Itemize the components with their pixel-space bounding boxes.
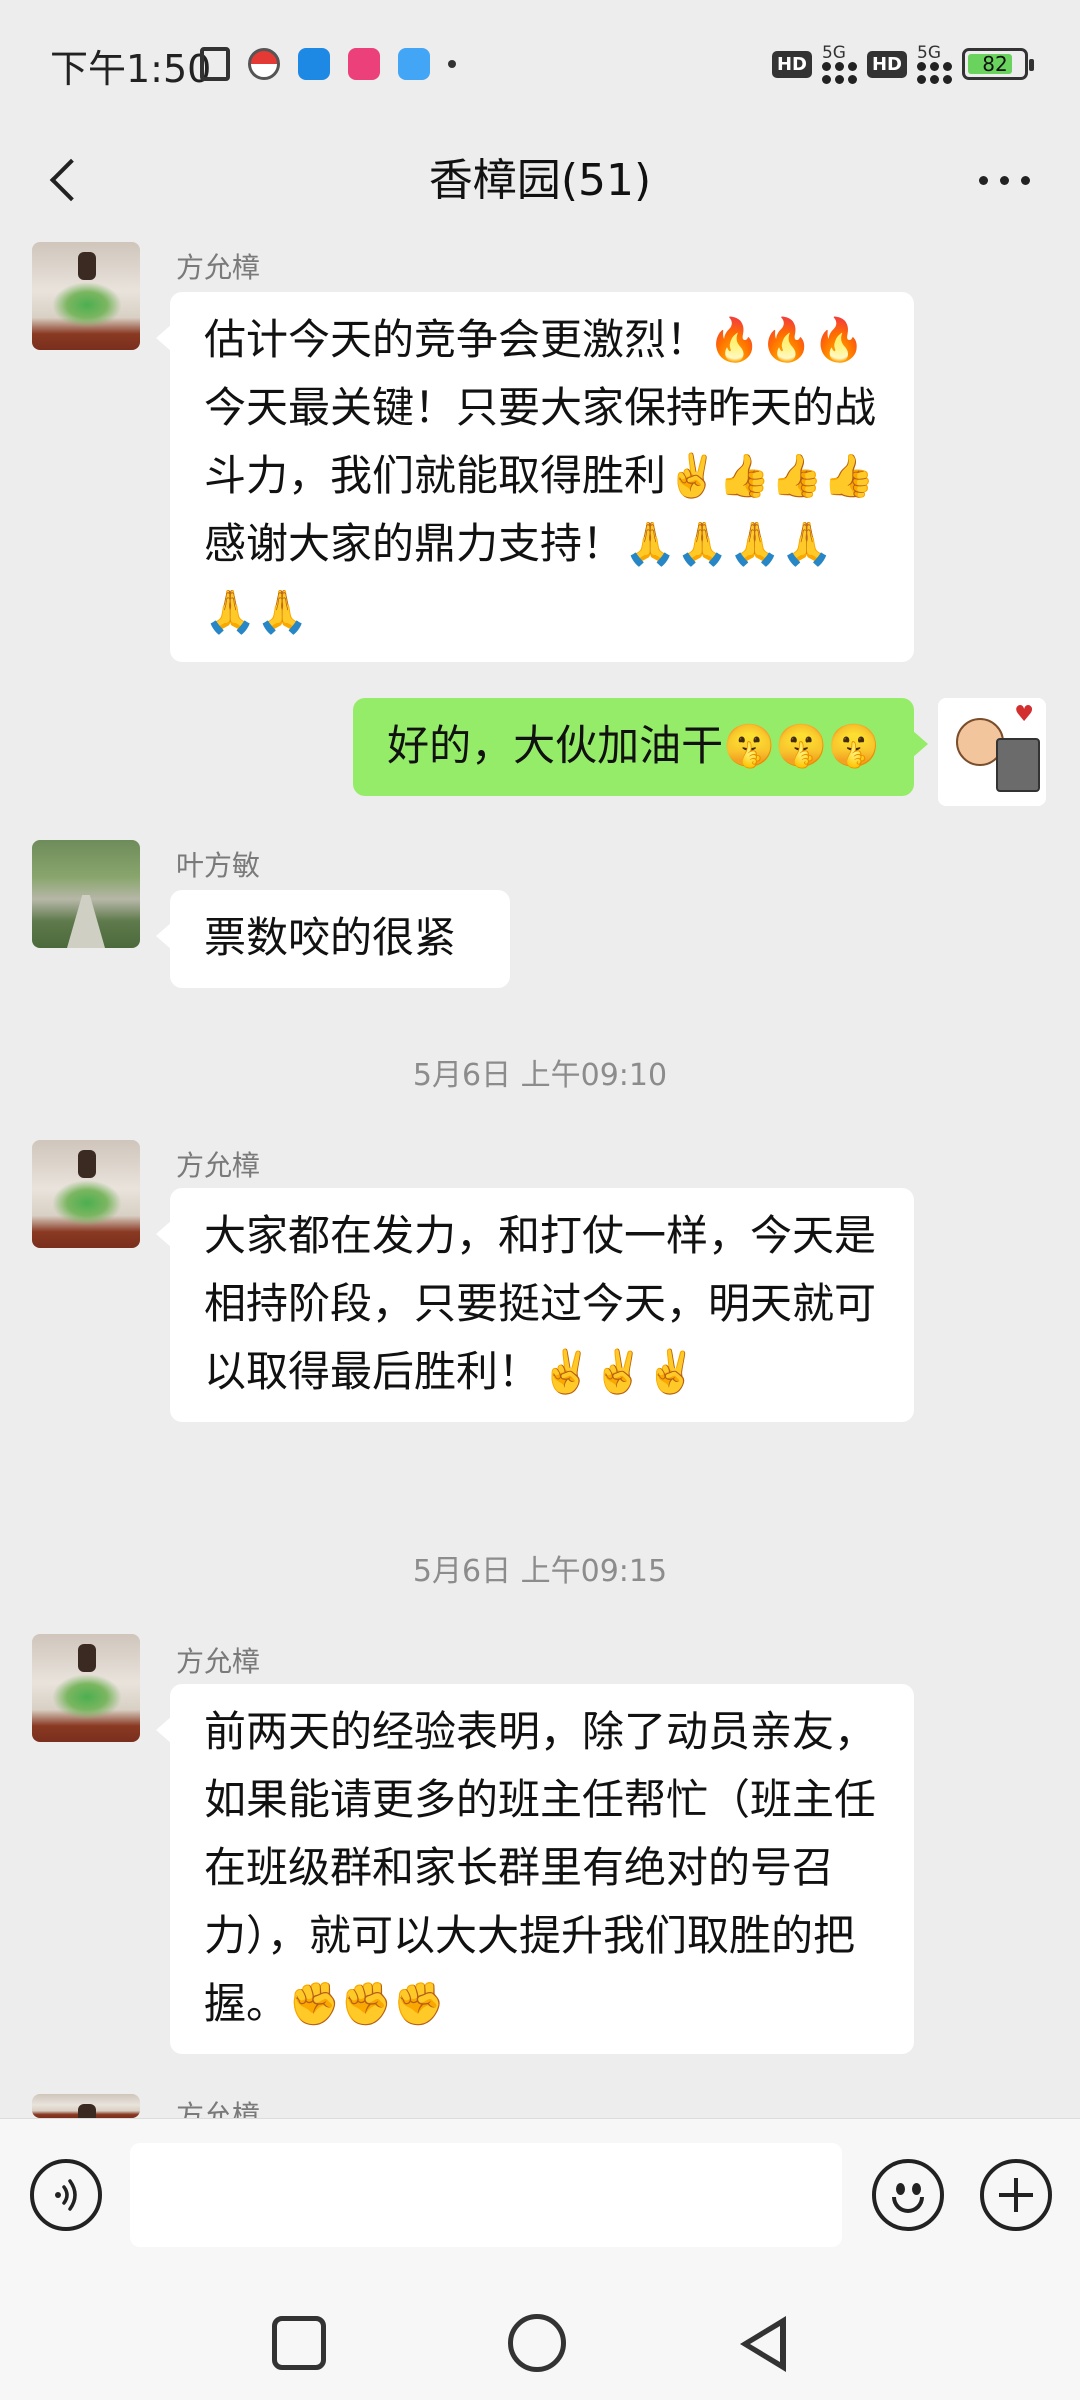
sender-name: 方允樟 [176,1149,261,1182]
status-time: 下午1:50 [50,47,212,91]
voice-input-button[interactable] [30,2159,102,2231]
avatar-self[interactable]: ♥ [938,698,1046,806]
emoji-button[interactable] [872,2159,944,2231]
message-bubble[interactable]: 估计今天的竞争会更激烈！🔥🔥🔥今天最关键！只要大家保持昨天的战斗力，我们就能取得… [156,292,914,662]
more-notifications-dot-icon [448,60,456,68]
hd-icon: HD [866,50,907,78]
sender-name: 叶方敏 [176,849,261,882]
message-bubble[interactable]: 大家都在发力，和打仗一样，今天是相持阶段，只要挺过今天，明天就可以取得最后胜利！… [156,1188,914,1422]
recent-apps-button[interactable] [272,2316,326,2370]
sender-name: 方允樟 [176,251,261,284]
cloud-app-icon [398,48,430,80]
vibrate-icon [200,47,230,81]
emoji-icon [896,2183,905,2195]
status-right-icons: HD 5G HD 5G 82 [771,44,1034,84]
more-functions-button[interactable] [980,2159,1052,2231]
pokeball-app-icon [248,48,280,80]
battery-icon: 82 [962,48,1034,80]
message-bubble[interactable]: 票数咬的很紧 [156,890,510,988]
avatar[interactable] [32,2094,140,2118]
avatar[interactable] [32,1634,140,1742]
more-dots-icon [978,175,988,185]
chat-header: 香樟园(51) [0,120,1080,240]
signal-icon: 5G [821,44,857,84]
sender-name: 方允樟 [176,2099,261,2118]
battery-level: 82 [982,52,1008,76]
timestamp: 5月6日 上午09:10 [412,1058,668,1093]
signal-icon: 5G [917,44,952,84]
home-button[interactable] [508,2314,566,2372]
system-navigation-bar [0,2274,1080,2400]
heart-icon: ♥ [1014,702,1034,727]
message-input[interactable] [130,2143,842,2247]
timestamp: 5月6日 上午09:15 [412,1554,668,1589]
message-bubble[interactable]: 前两天的经验表明，除了动员亲友，如果能请更多的班主任帮忙（班主任在班级群和家长群… [156,1684,914,2054]
status-bar: 下午1:50 HD 5G HD 5G 82 [0,0,1080,120]
hd-icon: HD [771,50,812,78]
avatar[interactable] [32,1140,140,1248]
music-app-icon [348,48,380,80]
message-bubble-self[interactable]: 好的，大伙加油干🤫🤫🤫 [353,698,928,796]
avatar[interactable] [32,242,140,350]
notification-icons [200,44,456,84]
sender-name: 方允樟 [176,1645,261,1678]
system-back-button[interactable] [740,2316,786,2372]
chat-title: 香樟园(51) [428,155,652,206]
avatar[interactable] [32,840,140,948]
arrow-app-icon [298,48,330,80]
voice-icon [55,2179,77,2211]
input-bar [0,2118,1080,2274]
more-options-button[interactable] [954,144,1054,216]
